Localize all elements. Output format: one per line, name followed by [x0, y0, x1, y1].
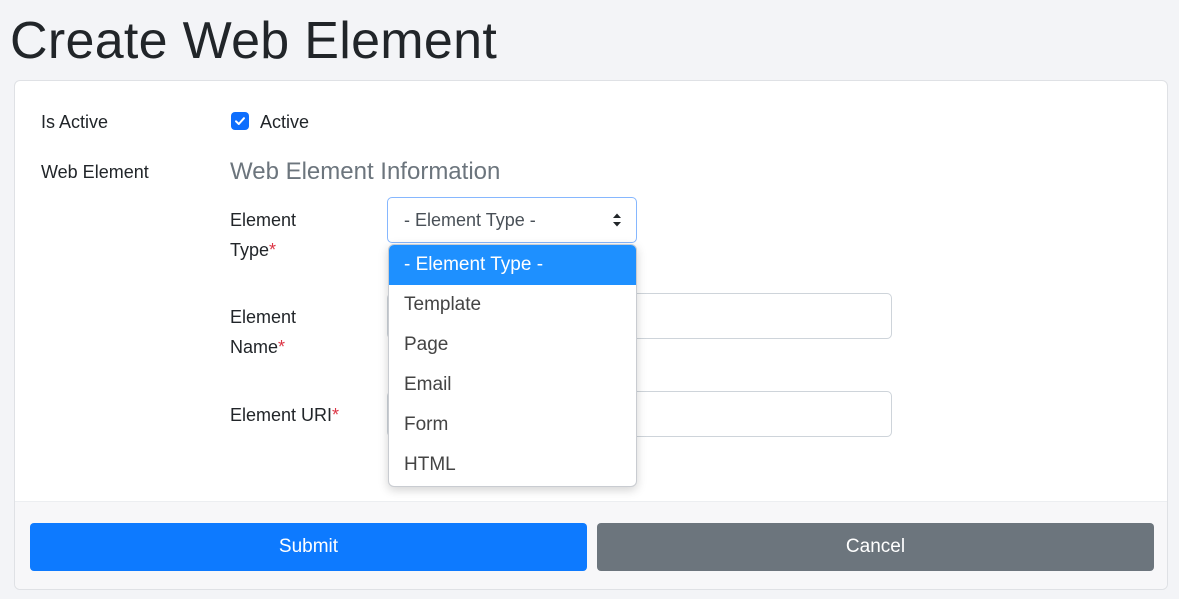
cancel-button[interactable]: Cancel: [597, 523, 1154, 571]
submit-button[interactable]: Submit: [30, 523, 587, 571]
active-checkbox[interactable]: [231, 112, 249, 130]
element-name-label: Element Name*: [230, 302, 360, 362]
element-uri-label: Element URI*: [230, 400, 380, 430]
select-arrows-icon: [613, 213, 621, 227]
dropdown-option[interactable]: Form: [389, 405, 636, 445]
dropdown-option[interactable]: Template: [389, 285, 636, 325]
required-mark: *: [332, 405, 340, 425]
element-type-dropdown[interactable]: - Element Type - Template Page Email For…: [388, 244, 637, 487]
web-element-label: Web Element: [41, 162, 149, 182]
element-type-select[interactable]: - Element Type -: [387, 197, 637, 243]
page-title: Create Web Element: [10, 12, 498, 70]
active-checkbox-label[interactable]: Active: [260, 112, 309, 133]
element-type-select-value: - Element Type -: [404, 209, 536, 230]
is-active-label: Is Active: [41, 112, 109, 132]
element-type-label: Element Type*: [230, 205, 360, 265]
section-title: Web Element Information: [230, 158, 501, 185]
form-card: Is Active Active Web Element Web Element…: [14, 80, 1168, 590]
element-type-label-line1: Element: [230, 210, 297, 230]
checkmark-icon: [235, 117, 245, 125]
dropdown-option[interactable]: - Element Type -: [389, 245, 636, 285]
required-mark: *: [278, 337, 286, 357]
dropdown-option[interactable]: HTML: [389, 445, 636, 485]
element-name-label-line1: Element: [230, 307, 297, 327]
element-type-label-line2: Type: [230, 240, 270, 260]
element-uri-label-text: Element URI: [230, 405, 333, 425]
dropdown-option[interactable]: Page: [389, 325, 636, 365]
dropdown-option[interactable]: Email: [389, 365, 636, 405]
element-name-label-line2: Name: [230, 337, 279, 357]
required-mark: *: [269, 240, 277, 260]
